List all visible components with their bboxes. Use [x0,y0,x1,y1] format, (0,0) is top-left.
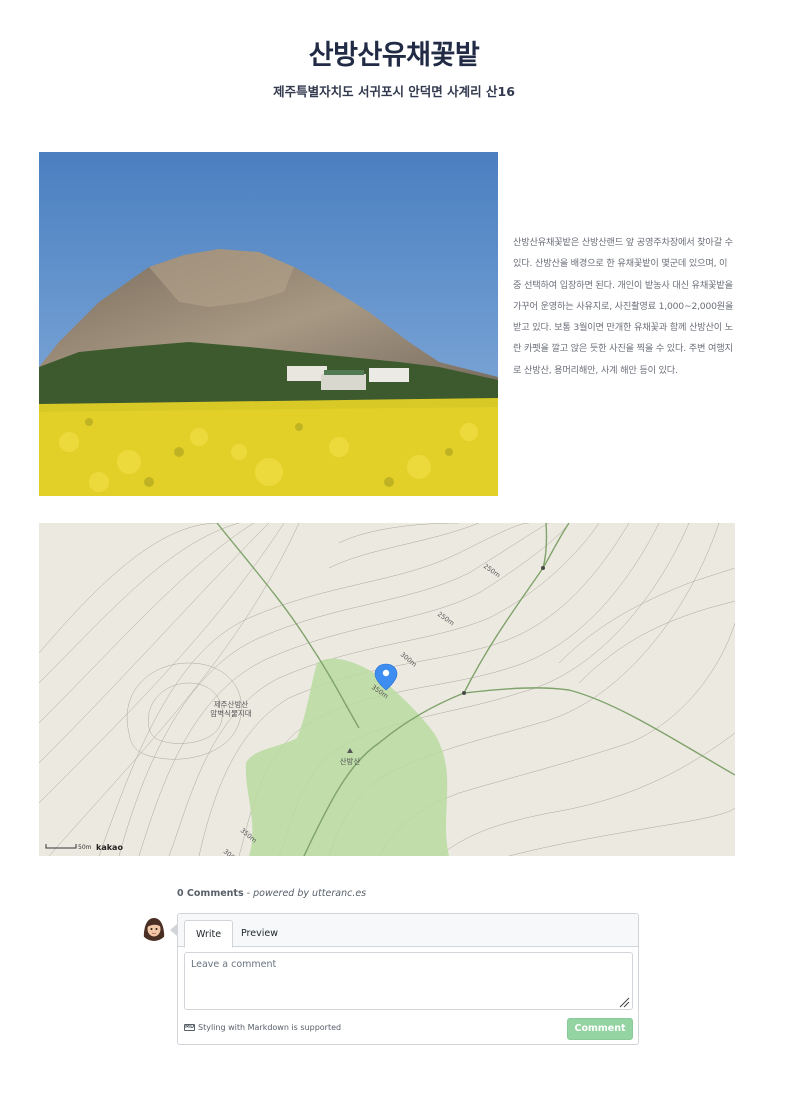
comment-form: Write Preview Leave a comment MD Styling… [170,913,639,1045]
map-label-area-line1: 제주산방산 [214,699,249,709]
comment-input[interactable]: Leave a comment [184,952,633,1010]
comment-submit-button[interactable]: Comment [567,1018,633,1040]
map-label-area-line2: 암벽식물지대 [210,708,251,718]
map-scale-label: 50m [78,844,92,851]
place-description: 산방산유채꽃밭은 산방산랜드 앞 공영주차장에서 찾아갈 수 있다. 산방산을 … [513,237,734,376]
canola-field-photo [39,152,498,496]
page-title: 산방산유채꽃밭 [308,40,480,71]
markdown-icon: MD [184,1024,195,1031]
address-subtitle: 제주특별자치도 서귀포시 안덕면 사계리 산16 [273,84,515,99]
markdown-note[interactable]: MD Styling with Markdown is supported [184,1023,341,1032]
comments-powered-by[interactable]: - powered by utteranc.es [247,888,366,899]
comments-header: 0 Comments - powered by utteranc.es [177,888,366,899]
resize-handle-icon[interactable] [618,996,630,1008]
comments-count: 0 Comments [177,888,244,899]
tab-write[interactable]: Write [184,920,234,948]
user-avatar[interactable] [140,913,168,941]
map-brand-logo: kakao [96,843,123,852]
map-label-peak: 산방산 [340,756,361,766]
comment-tabs: Write Preview [178,914,638,948]
location-map[interactable]: 제주산방산 암벽식물지대 산방산 250m 250m 300m 350m 350… [39,523,735,856]
markdown-note-text: Styling with Markdown is supported [198,1023,342,1032]
tab-preview[interactable]: Preview [230,920,289,948]
